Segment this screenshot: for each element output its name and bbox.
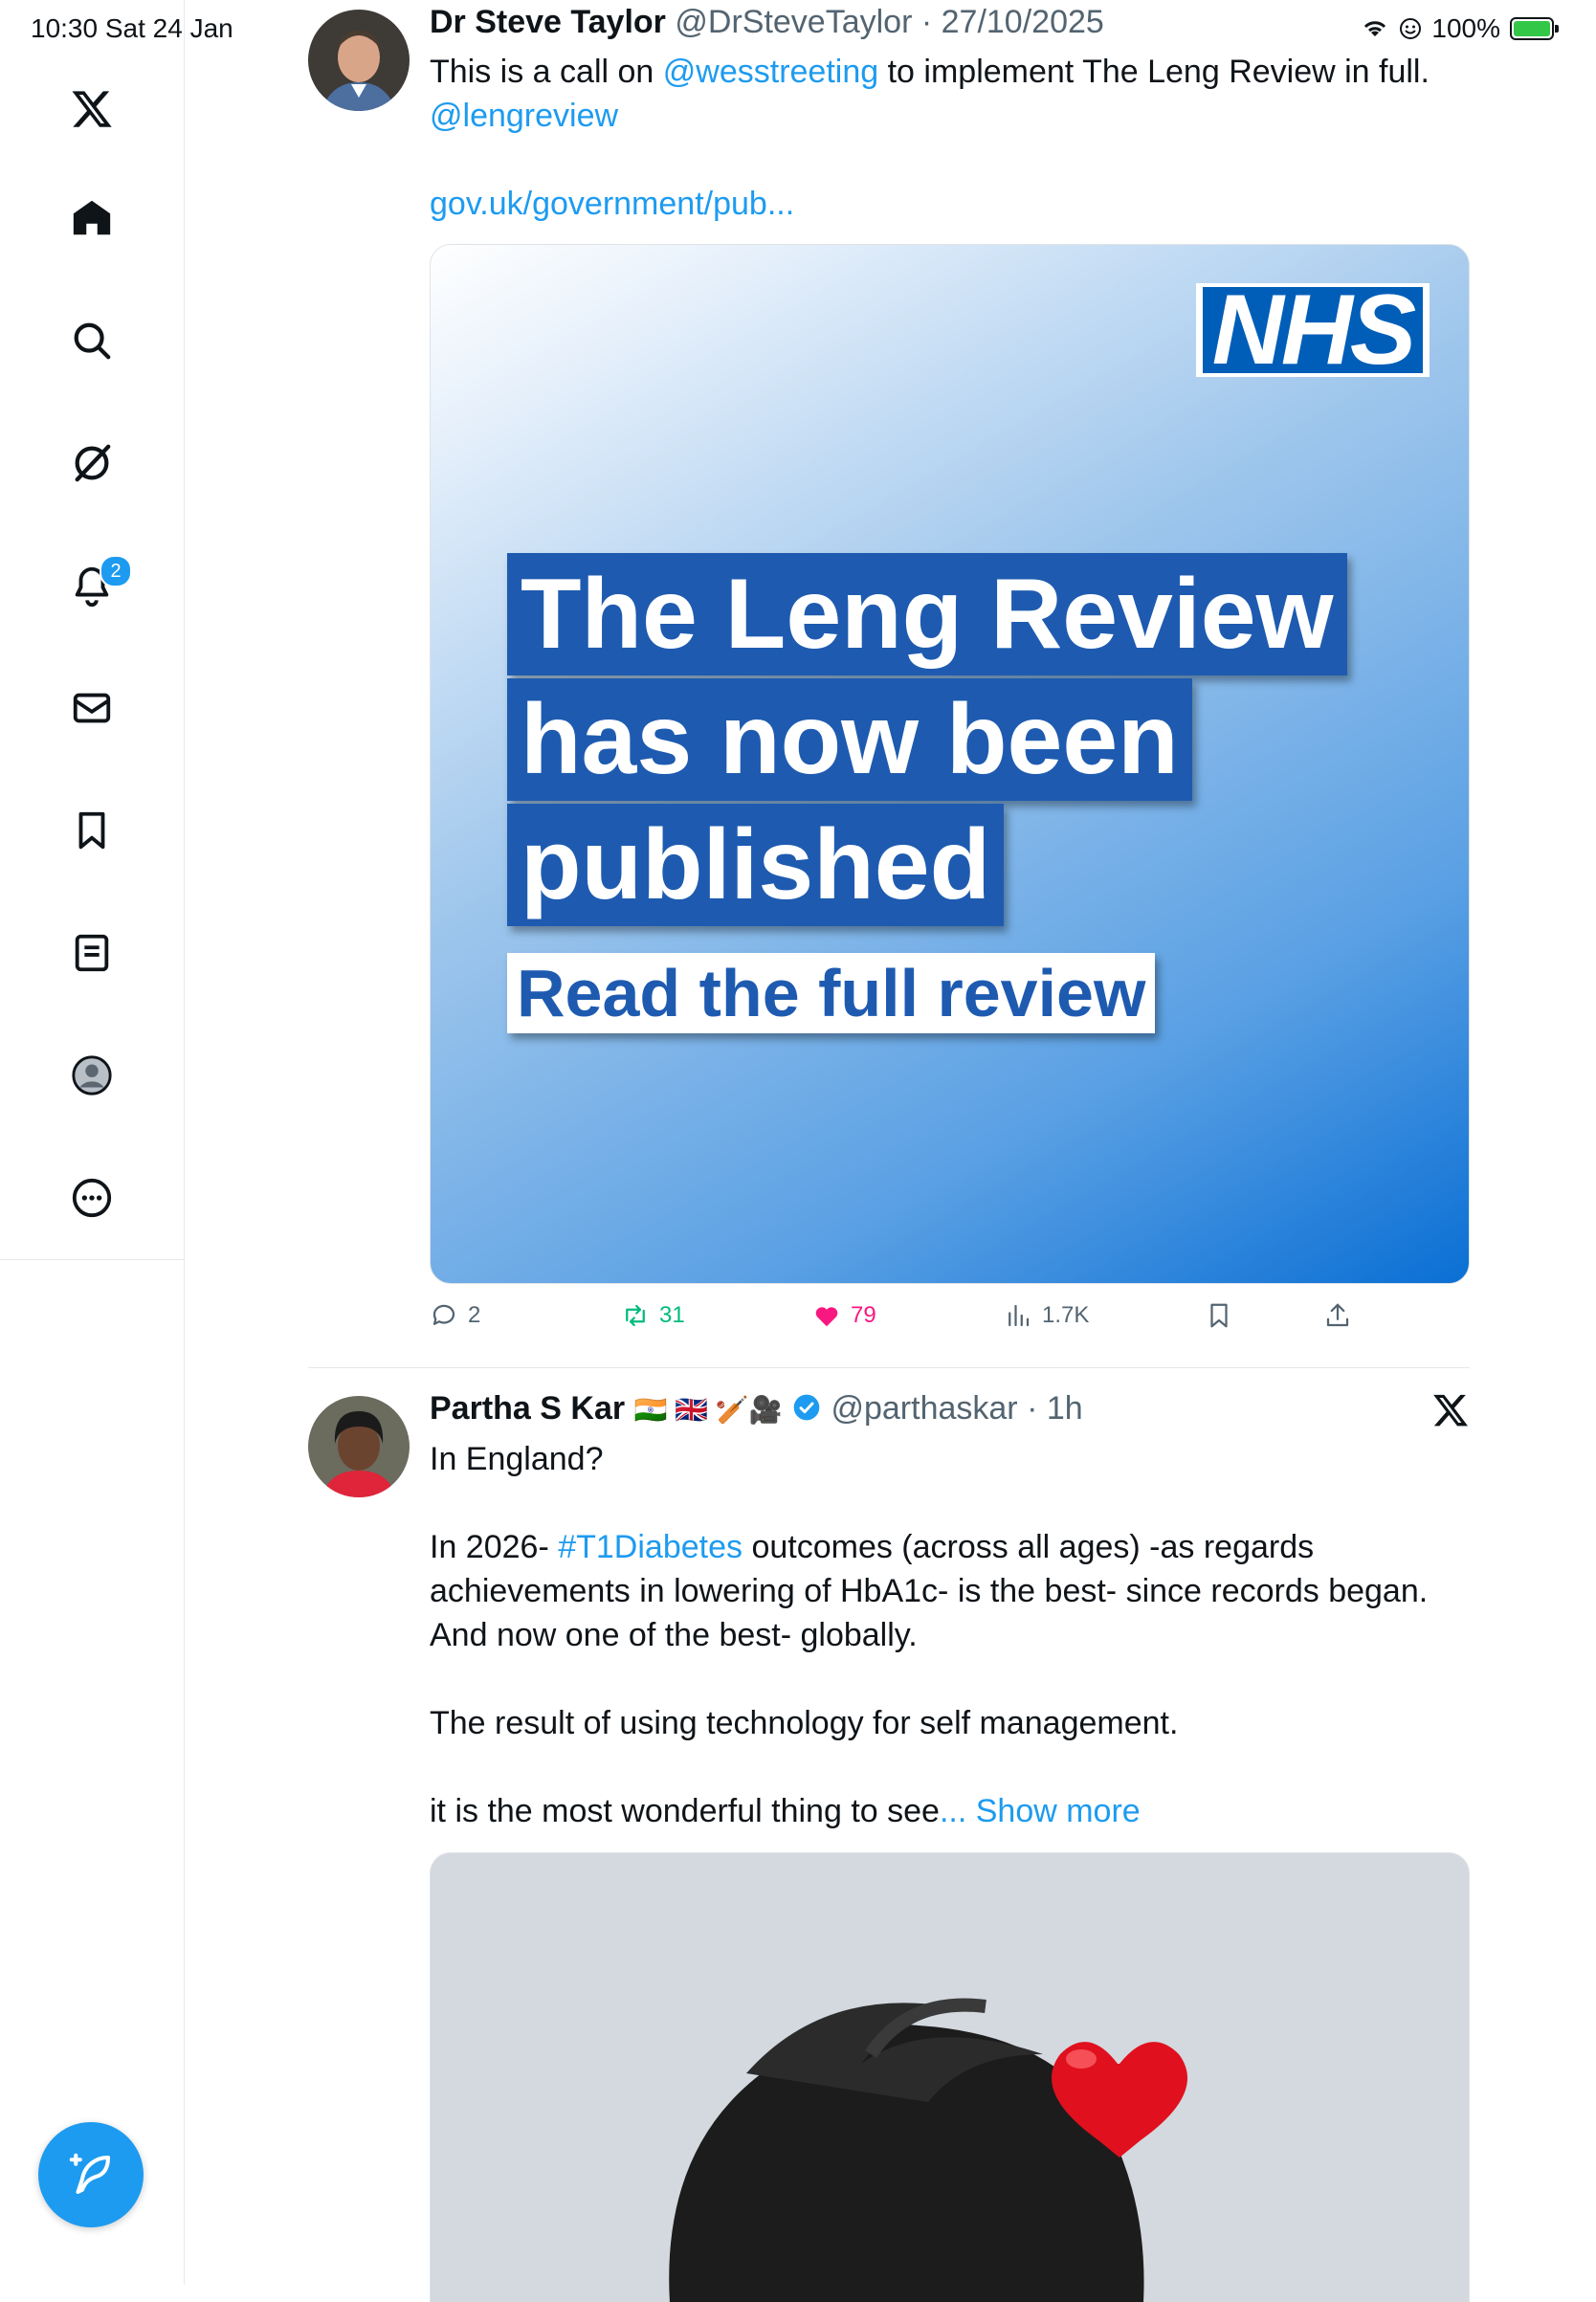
- bookmarks-icon[interactable]: [54, 792, 130, 869]
- x-logo-icon[interactable]: [54, 71, 130, 147]
- bookmark-icon: [1210, 1303, 1228, 1328]
- repost-button[interactable]: 31: [621, 1301, 685, 1330]
- battery-icon: [1510, 17, 1559, 40]
- lists-icon[interactable]: [54, 915, 130, 991]
- tweet2-header: Partha S Kar 🇮🇳 🇬🇧 🏏🎥 @parthaskar · 1h: [430, 1390, 1083, 1428]
- tweet2-media-image[interactable]: [430, 1852, 1470, 2302]
- tweet2-author-name[interactable]: Partha S Kar: [430, 1390, 625, 1427]
- focus-icon: [1400, 18, 1422, 39]
- hashtag-t1diabetes[interactable]: #T1Diabetes: [558, 1529, 743, 1565]
- card-title-line1: The Leng Review: [507, 553, 1347, 675]
- tweet2-p4-text: it is the most wonderful thing to see: [430, 1793, 940, 1829]
- tweet1-text: This is a call on @wesstreeting to imple…: [430, 50, 1482, 226]
- repost-count: 31: [659, 1302, 685, 1328]
- search-icon[interactable]: [54, 302, 130, 379]
- tweet2-time[interactable]: 1h: [1047, 1390, 1083, 1427]
- status-indicators: 100%: [1361, 13, 1559, 44]
- tweet2-name-emojis: 🇮🇳 🇬🇧 🏏🎥: [633, 1395, 783, 1425]
- grok-icon[interactable]: [54, 425, 130, 501]
- tweet2-p1: In England?: [430, 1441, 604, 1477]
- heart-filled-icon: [815, 1307, 838, 1327]
- wifi-icon: [1364, 21, 1386, 36]
- verified-badge-icon: [793, 1394, 820, 1421]
- tweet2-text: In England? In 2026- #T1Diabetes outcome…: [430, 1437, 1482, 1833]
- more-icon[interactable]: [54, 1160, 130, 1236]
- share-icon: [1326, 1303, 1349, 1327]
- tweet2-p3: The result of using technology for self …: [430, 1705, 1179, 1741]
- reply-button[interactable]: 2: [430, 1301, 480, 1330]
- like-button[interactable]: 79: [812, 1301, 876, 1330]
- battery-percent: 100%: [1431, 13, 1500, 43]
- notifications-icon[interactable]: 2: [54, 547, 132, 624]
- card-subtitle: Read the full review: [507, 953, 1156, 1033]
- avatar-drsteve[interactable]: [308, 10, 410, 111]
- mention-wesstreeting[interactable]: @wesstreeting: [663, 54, 878, 90]
- tweet2-handle[interactable]: @parthaskar: [831, 1390, 1017, 1427]
- tweet1-author-name[interactable]: Dr Steve Taylor: [430, 4, 666, 40]
- sidebar: 2: [0, 0, 185, 2285]
- views-icon: [1009, 1304, 1030, 1327]
- card-title-line3: published: [507, 804, 1005, 926]
- sidebar-divider: [0, 1259, 184, 1260]
- tweet1-text-part: This is a call on: [430, 54, 663, 90]
- share-button[interactable]: [1323, 1301, 1352, 1330]
- tweet1-text-part: to implement The Leng Review in full.: [878, 54, 1430, 90]
- compose-button[interactable]: [38, 2122, 144, 2227]
- home-icon[interactable]: [54, 180, 130, 256]
- nhs-logo: NHS: [1196, 280, 1430, 380]
- tweet1-media-card[interactable]: NHS The Leng Review has now been publish…: [430, 244, 1470, 1284]
- tweet2-p4: it is the most wonderful thing to see...…: [430, 1789, 1482, 1833]
- reply-icon: [432, 1304, 455, 1325]
- like-count: 79: [851, 1302, 876, 1328]
- nhs-logo-text: NHS: [1202, 280, 1424, 380]
- tweet2-dot: ·: [1017, 1390, 1047, 1427]
- compose-feather-icon: [69, 2153, 111, 2195]
- reply-count: 2: [468, 1302, 481, 1328]
- tweet1-actions: 2 31 79 1.7K: [430, 1301, 1386, 1339]
- notifications-badge: 2: [100, 555, 132, 587]
- tweet1-link[interactable]: gov.uk/government/pub...: [430, 186, 794, 222]
- mention-lengreview[interactable]: @lengreview: [430, 98, 618, 134]
- tweet2-p2-part: In 2026-: [430, 1529, 559, 1565]
- card-title-line2: has now been: [507, 678, 1192, 801]
- views-count: 1.7K: [1042, 1302, 1090, 1328]
- tweet1-header: Dr Steve Taylor @DrSteveTaylor · 27/10/2…: [430, 4, 1104, 41]
- x-source-icon[interactable]: [1431, 1391, 1472, 1431]
- tweet-divider: [308, 1367, 1470, 1368]
- tweet1-dot: ·: [912, 4, 942, 40]
- messages-icon[interactable]: [54, 670, 130, 746]
- tweet1-date[interactable]: 27/10/2025: [942, 4, 1104, 40]
- tweet1-handle[interactable]: @DrSteveTaylor: [675, 4, 912, 40]
- show-more-link[interactable]: ... Show more: [940, 1793, 1141, 1829]
- bookmark-button[interactable]: [1205, 1301, 1233, 1330]
- memoji-image: [669, 1998, 1187, 2302]
- profile-icon[interactable]: [54, 1037, 130, 1114]
- views-button[interactable]: 1.7K: [1004, 1301, 1089, 1330]
- tweet2-p2: In 2026- #T1Diabetes outcomes (across al…: [430, 1525, 1482, 1657]
- repost-icon: [626, 1304, 645, 1327]
- avatar-partha[interactable]: [308, 1396, 410, 1497]
